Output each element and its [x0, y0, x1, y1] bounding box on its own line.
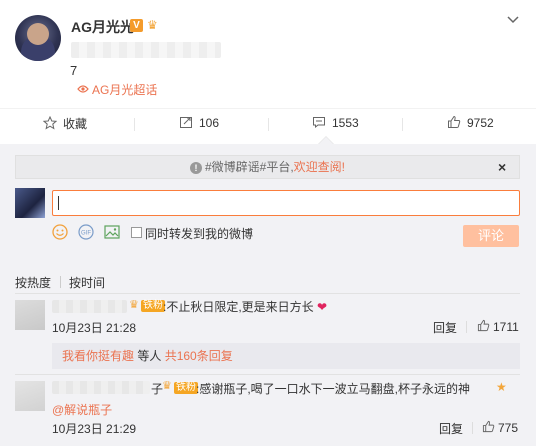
- rumor-notice: ! #微博辟谣#平台,欢迎查阅!: [15, 155, 520, 179]
- comment-like-button[interactable]: 775: [482, 420, 518, 436]
- commenter-avatar[interactable]: [15, 381, 45, 411]
- like-button[interactable]: 9752: [447, 115, 494, 131]
- favorite-label: 收藏: [63, 117, 88, 131]
- notice-link[interactable]: 欢迎查阅!: [294, 160, 345, 174]
- commenter-avatar[interactable]: [15, 300, 45, 330]
- svg-text:GIF: GIF: [81, 231, 91, 237]
- comment-time: 10月23日 21:28: [52, 321, 137, 335]
- action-bar: 收藏 106 1553 9752: [0, 108, 536, 138]
- thumbs-up-icon: [482, 420, 495, 436]
- comment-text: :感谢瓶子,喝了一口水下一波立马翻盘,杯子永远的神: [196, 382, 471, 396]
- reply-summary[interactable]: 我看你挺有趣 等人 共160条回复: [52, 343, 520, 369]
- repost-button[interactable]: 106: [179, 115, 219, 131]
- sync-checkbox[interactable]: [131, 227, 142, 238]
- comment-pointer: [318, 136, 334, 144]
- post-text: 7: [70, 63, 78, 78]
- sort-hot-tab[interactable]: 按热度: [15, 274, 51, 291]
- comment-icon: [312, 115, 328, 131]
- crown-icon: ♛: [162, 380, 172, 392]
- comment-like-count: 1711: [493, 320, 519, 334]
- comment-input[interactable]: [52, 190, 520, 216]
- crown-icon: ♛: [147, 18, 158, 32]
- favorite-button[interactable]: 收藏: [42, 115, 88, 132]
- commenter-name-blurred[interactable]: [52, 300, 127, 313]
- reply-button[interactable]: 回复: [433, 319, 457, 336]
- submit-button[interactable]: 评论: [463, 225, 519, 247]
- crown-icon: ♛: [129, 299, 139, 311]
- repost-icon: [179, 115, 195, 131]
- fan-badge: 铁粉: [141, 300, 165, 312]
- like-count: 9752: [467, 116, 494, 130]
- image-icon[interactable]: [104, 224, 120, 240]
- mention-link[interactable]: @解说瓶子: [52, 401, 112, 418]
- post-meta-blurred: [71, 42, 221, 58]
- reply-summary-mid: 等人: [134, 349, 165, 363]
- divider: [15, 374, 520, 375]
- star-icon: [42, 115, 59, 132]
- reply-summary-count[interactable]: 共160条回复: [165, 349, 233, 363]
- text-caret: [58, 196, 59, 210]
- notice-text: #微博辟谣#平台,: [204, 160, 294, 174]
- commenter-name-blurred[interactable]: [52, 381, 150, 394]
- reply-button[interactable]: 回复: [439, 420, 463, 437]
- comment-button[interactable]: 1553: [312, 115, 359, 131]
- chevron-down-icon[interactable]: [506, 13, 520, 27]
- fan-badge: 铁粉: [174, 382, 198, 394]
- comment-time: 10月23日 21:29: [52, 422, 137, 436]
- author-name[interactable]: AG月光光: [71, 17, 134, 37]
- supertopic-icon: [77, 83, 89, 97]
- emoji-sticker-icon: ★: [496, 380, 507, 394]
- emoji-icon[interactable]: [52, 224, 68, 240]
- comment-like-button[interactable]: 1711: [477, 319, 519, 335]
- close-icon[interactable]: ×: [498, 159, 506, 175]
- heart-icon: ❤: [317, 300, 328, 314]
- my-avatar: [15, 188, 45, 218]
- repost-count: 106: [199, 116, 220, 130]
- author-avatar[interactable]: [15, 15, 61, 61]
- sort-divider: [60, 276, 61, 288]
- divider: [472, 422, 473, 434]
- comment-count: 1553: [332, 116, 359, 130]
- divider: [466, 321, 467, 333]
- comment-text-body: :不止秋日限定,更是来日方长: [163, 300, 314, 314]
- verified-badge: V: [130, 19, 143, 32]
- comment-like-count: 775: [498, 421, 519, 435]
- divider: [15, 293, 520, 294]
- thumbs-up-icon: [447, 115, 463, 131]
- comment-text: :不止秋日限定,更是来日方长 ❤: [163, 298, 327, 315]
- thumbs-up-icon: [477, 319, 490, 335]
- supertopic-label: AG月光超话: [92, 83, 158, 97]
- sort-time-tab[interactable]: 按时间: [69, 274, 105, 291]
- info-icon: !: [189, 162, 202, 174]
- supertopic-link[interactable]: AG月光超话: [77, 81, 157, 98]
- gif-icon[interactable]: GIF: [78, 224, 94, 240]
- reply-summary-user[interactable]: 我看你挺有趣: [62, 349, 134, 363]
- sync-label: 同时转发到我的微博: [145, 227, 254, 241]
